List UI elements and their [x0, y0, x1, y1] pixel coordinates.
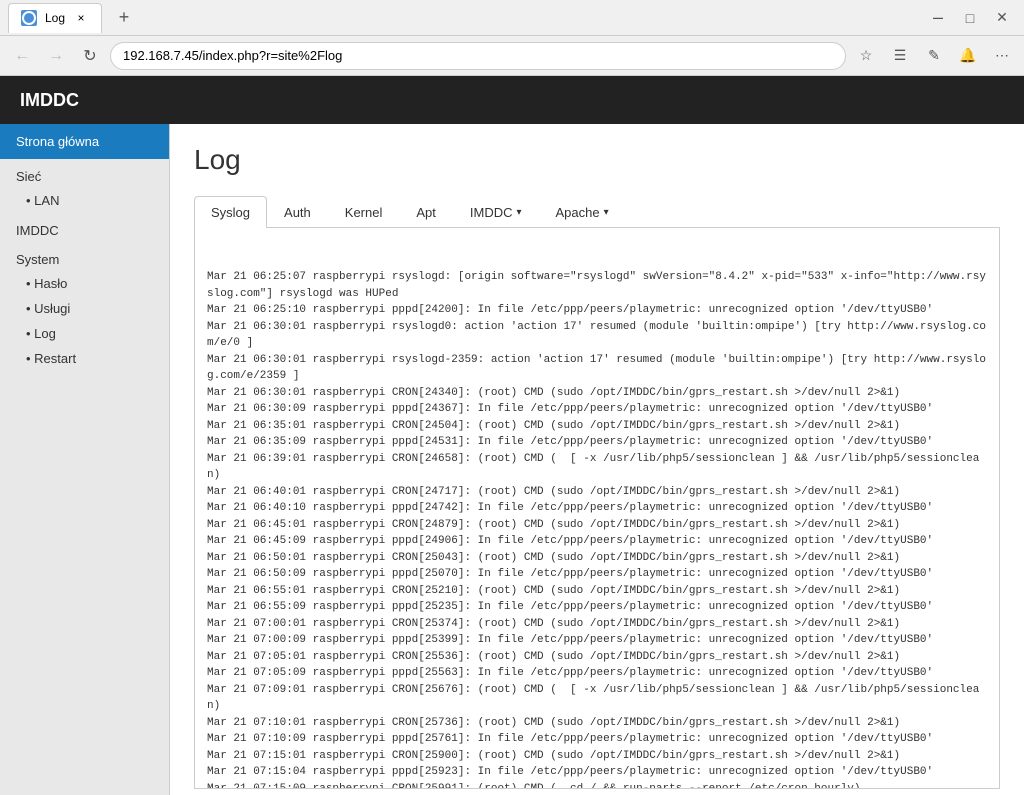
log-line: Mar 21 06:40:01 raspberrypi CRON[24717]:… — [207, 484, 987, 501]
main-content: Log SyslogAuthKernelAptIMDDC▾Apache▾ Mar… — [170, 124, 1024, 795]
minimize-button[interactable]: – — [924, 4, 952, 32]
sidebar-item-log[interactable]: Log — [0, 321, 169, 346]
log-line: Mar 21 06:55:01 raspberrypi CRON[25210]:… — [207, 583, 987, 600]
log-line: Mar 21 06:45:01 raspberrypi CRON[24879]:… — [207, 517, 987, 534]
browser-toolbar: ← → ↻ ☆ ☰ ✎ 🔔 ⋯ — [0, 36, 1024, 76]
log-line: Mar 21 06:25:10 raspberrypi pppd[24200]:… — [207, 302, 987, 319]
forward-button[interactable]: → — [42, 42, 70, 70]
back-button[interactable]: ← — [8, 42, 36, 70]
tab-dropdown-arrow-apache[interactable]: ▾ — [604, 207, 609, 218]
tab-dropdown-arrow-imddc[interactable]: ▾ — [516, 207, 521, 218]
tab-kernel[interactable]: Kernel — [328, 196, 400, 228]
log-container[interactable]: Mar 21 06:25:07 raspberrypi rsyslogd: [o… — [194, 228, 1000, 789]
log-line: Mar 21 07:15:04 raspberrypi pppd[25923]:… — [207, 764, 987, 781]
tab-auth[interactable]: Auth — [267, 196, 328, 228]
app-title: IMDDC — [20, 90, 79, 111]
log-line: Mar 21 06:35:09 raspberrypi pppd[24531]:… — [207, 434, 987, 451]
log-line: Mar 21 06:30:01 raspberrypi rsyslogd-235… — [207, 352, 987, 385]
refresh-button[interactable]: ↻ — [76, 42, 104, 70]
log-line: Mar 21 07:05:09 raspberrypi pppd[25563]:… — [207, 665, 987, 682]
menu-icon[interactable]: ⋯ — [988, 42, 1016, 70]
sidebar-item-uslugi[interactable]: Usługi — [0, 296, 169, 321]
address-bar[interactable] — [110, 42, 846, 70]
log-line: Mar 21 07:10:09 raspberrypi pppd[25761]:… — [207, 731, 987, 748]
sidebar-item-haslo[interactable]: Hasło — [0, 271, 169, 296]
page-title: Log — [194, 144, 1000, 176]
log-line: Mar 21 07:09:01 raspberrypi CRON[25676]:… — [207, 682, 987, 715]
tab-apache[interactable]: Apache▾ — [539, 196, 626, 228]
log-line: Mar 21 06:50:09 raspberrypi pppd[25070]:… — [207, 566, 987, 583]
tabs-bar: SyslogAuthKernelAptIMDDC▾Apache▾ — [194, 196, 1000, 228]
sidebar-item-restart[interactable]: Restart — [0, 346, 169, 371]
browser-tab[interactable]: Log × — [8, 3, 102, 33]
log-line: Mar 21 06:40:10 raspberrypi pppd[24742]:… — [207, 500, 987, 517]
maximize-button[interactable]: □ — [956, 4, 984, 32]
tab-favicon-icon — [21, 10, 37, 26]
log-line: Mar 21 06:25:07 raspberrypi rsyslogd: [o… — [207, 269, 987, 302]
sidebar-section-system: System — [0, 242, 169, 271]
sidebar-item-lan[interactable]: LAN — [0, 188, 169, 213]
browser-titlebar: Log × + – □ ✕ — [0, 0, 1024, 36]
log-line: Mar 21 06:50:01 raspberrypi CRON[25043]:… — [207, 550, 987, 567]
sidebar-toggle-icon[interactable]: ☰ — [886, 42, 914, 70]
log-line: Mar 21 07:15:01 raspberrypi CRON[25900]:… — [207, 748, 987, 765]
log-line: Mar 21 06:55:09 raspberrypi pppd[25235]:… — [207, 599, 987, 616]
tab-imddc[interactable]: IMDDC▾ — [453, 196, 539, 228]
notifications-icon[interactable]: 🔔 — [954, 42, 982, 70]
new-tab-button[interactable]: + — [110, 4, 138, 32]
log-line: Mar 21 06:30:01 raspberrypi CRON[24340]:… — [207, 385, 987, 402]
log-line: Mar 21 07:05:01 raspberrypi CRON[25536]:… — [207, 649, 987, 666]
tab-close-button[interactable]: × — [73, 10, 89, 26]
tab-apt[interactable]: Apt — [399, 196, 453, 228]
app-body: Strona główna Sieć LAN IMDDC System Hasł… — [0, 124, 1024, 795]
close-window-button[interactable]: ✕ — [988, 4, 1016, 32]
log-line: Mar 21 06:30:09 raspberrypi pppd[24367]:… — [207, 401, 987, 418]
edit-icon[interactable]: ✎ — [920, 42, 948, 70]
log-line: Mar 21 06:35:01 raspberrypi CRON[24504]:… — [207, 418, 987, 435]
app-header: IMDDC — [0, 76, 1024, 124]
log-line: Mar 21 06:39:01 raspberrypi CRON[24658]:… — [207, 451, 987, 484]
tab-title: Log — [45, 11, 65, 25]
sidebar-section-imddc: IMDDC — [0, 213, 169, 242]
sidebar: Strona główna Sieć LAN IMDDC System Hasł… — [0, 124, 170, 795]
log-line: Mar 21 07:10:01 raspberrypi CRON[25736]:… — [207, 715, 987, 732]
log-line: Mar 21 07:15:09 raspberrypi CRON[25991]:… — [207, 781, 987, 790]
sidebar-section-siec: Sieć — [0, 159, 169, 188]
sidebar-item-strona-glowna[interactable]: Strona główna — [0, 124, 169, 159]
log-line: Mar 21 07:00:01 raspberrypi CRON[25374]:… — [207, 616, 987, 633]
log-line: Mar 21 06:45:09 raspberrypi pppd[24906]:… — [207, 533, 987, 550]
bookmarks-icon[interactable]: ☆ — [852, 42, 880, 70]
log-line: Mar 21 06:30:01 raspberrypi rsyslogd0: a… — [207, 319, 987, 352]
log-line: Mar 21 07:00:09 raspberrypi pppd[25399]:… — [207, 632, 987, 649]
tab-syslog[interactable]: Syslog — [194, 196, 267, 228]
